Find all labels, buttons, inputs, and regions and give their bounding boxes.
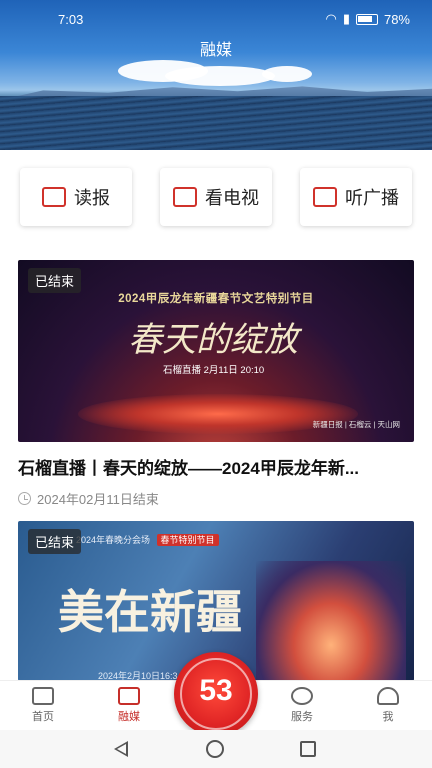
poster-heading-text: 2024年春晚分会场 bbox=[76, 535, 151, 545]
city-lights bbox=[256, 561, 406, 681]
card-meta: 2024年02月11日结束 bbox=[18, 489, 414, 508]
home-circle-icon[interactable] bbox=[206, 740, 224, 758]
status-bar: 7:03 ◠ ▮ 78% bbox=[0, 0, 432, 34]
listen-radio-label: 听广播 bbox=[345, 188, 399, 208]
user-icon bbox=[377, 687, 399, 705]
tab-services[interactable]: 服务 bbox=[272, 687, 332, 724]
poster-title: 美在新疆 bbox=[58, 585, 242, 639]
tab-services-label: 服务 bbox=[291, 711, 313, 723]
clock-icon bbox=[18, 492, 31, 505]
recent-apps-icon[interactable] bbox=[300, 741, 316, 757]
header-banner: 7:03 ◠ ▮ 78% 融媒 bbox=[0, 0, 432, 150]
card-title[interactable]: 石榴直播丨春天的绽放——2024甲辰龙年新... bbox=[18, 454, 414, 479]
status-badge: 已结束 bbox=[28, 529, 82, 554]
tab-media[interactable]: 融媒 bbox=[99, 687, 159, 724]
read-newspaper-label: 读报 bbox=[74, 188, 110, 208]
signal-icon: ▮ bbox=[342, 11, 350, 26]
logo-mark: 53 bbox=[199, 674, 233, 707]
tab-home[interactable]: 首页 bbox=[13, 687, 73, 724]
center-logo-button[interactable]: 53 bbox=[174, 652, 258, 736]
status-time: 7:03 bbox=[58, 12, 84, 27]
newspaper-icon bbox=[42, 187, 66, 207]
read-newspaper-button[interactable]: 读报 bbox=[20, 168, 132, 226]
screen: 7:03 ◠ ▮ 78% 融媒 读报 看电视 听广播 2024甲辰龙年新疆春节文… bbox=[0, 0, 432, 768]
wifi-icon: ◠ bbox=[325, 11, 337, 26]
status-badge: 已结束 bbox=[28, 268, 82, 293]
live-card[interactable]: 2024甲辰龙年新疆春节文艺特别节目 春天的绽放 石榴直播 2月11日 20:1… bbox=[18, 260, 414, 508]
heart-hands-icon bbox=[291, 687, 313, 705]
poster-logos: 新疆日报 | 石榴云 | 天山网 bbox=[312, 420, 400, 429]
page-title: 融媒 bbox=[199, 42, 232, 59]
poster-tag: 春节特别节目 bbox=[156, 534, 219, 546]
tab-me-label: 我 bbox=[382, 711, 394, 723]
battery-icon bbox=[355, 13, 378, 25]
tab-home-label: 首页 bbox=[32, 711, 54, 723]
watch-tv-button[interactable]: 看电视 bbox=[160, 168, 272, 226]
poster-title: 春天的绽放 bbox=[128, 320, 298, 360]
quick-actions: 读报 看电视 听广播 bbox=[20, 168, 412, 226]
card-end-time: 2024年02月11日结束 bbox=[37, 492, 159, 507]
system-nav-bar bbox=[0, 730, 432, 768]
radio-icon bbox=[313, 187, 337, 207]
back-icon[interactable] bbox=[114, 741, 128, 757]
cloud bbox=[165, 66, 275, 86]
tv-icon bbox=[173, 187, 197, 207]
poster-heading: 2024年春晚分会场 春节特别节目 bbox=[76, 533, 219, 546]
battery-level: 78% bbox=[383, 11, 410, 27]
cloud bbox=[262, 66, 312, 82]
banner-sea bbox=[0, 96, 432, 150]
poster-subtitle: 石榴直播 2月11日 20:10 bbox=[163, 365, 265, 376]
card-thumbnail: 2024甲辰龙年新疆春节文艺特别节目 春天的绽放 石榴直播 2月11日 20:1… bbox=[18, 260, 414, 442]
status-right: ◠ ▮ 78% bbox=[325, 11, 410, 27]
tab-me[interactable]: 我 bbox=[358, 687, 418, 724]
watch-tv-label: 看电视 bbox=[205, 188, 259, 208]
tab-media-label: 融媒 bbox=[118, 711, 140, 723]
home-news-icon bbox=[32, 687, 54, 705]
listen-radio-button[interactable]: 听广播 bbox=[300, 168, 412, 226]
media-icon bbox=[118, 687, 140, 705]
